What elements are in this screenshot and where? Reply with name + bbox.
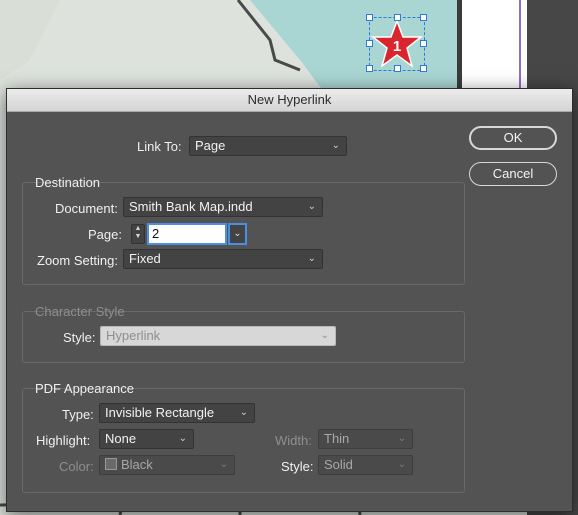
selection-handle[interactable] bbox=[394, 14, 401, 21]
document-dropdown[interactable]: Smith Bank Map.indd ⌄ bbox=[123, 197, 323, 217]
ok-button[interactable]: OK bbox=[469, 126, 557, 150]
link-to-value: Page bbox=[195, 138, 226, 153]
type-value: Invisible Rectangle bbox=[105, 405, 215, 420]
selection-handle[interactable] bbox=[420, 65, 427, 72]
color-dropdown: Black ⌄ bbox=[99, 455, 235, 475]
chevron-down-icon: ⌄ bbox=[219, 459, 228, 470]
chevron-down-icon: ⌄ bbox=[397, 459, 406, 470]
chevron-down-icon: ⌄ bbox=[178, 433, 187, 444]
new-hyperlink-dialog: New Hyperlink Link To: Page ⌄ OK Cancel … bbox=[6, 88, 573, 512]
chevron-down-icon: ⌄ bbox=[233, 228, 242, 239]
destination-title: Destination bbox=[35, 175, 101, 190]
selection-handle[interactable] bbox=[420, 14, 427, 21]
character-style-value: Hyperlink bbox=[106, 328, 161, 343]
highlight-label: Highlight: bbox=[36, 433, 91, 448]
character-style-title: Character Style bbox=[35, 304, 125, 319]
zoom-setting-dropdown[interactable]: Fixed ⌄ bbox=[123, 249, 323, 269]
character-style-label: Style: bbox=[63, 330, 96, 345]
document-label: Document: bbox=[55, 201, 118, 216]
width-dropdown: Thin ⌄ bbox=[318, 429, 413, 449]
star-number: 1 bbox=[393, 38, 401, 55]
selection-handle[interactable] bbox=[366, 40, 373, 47]
highlight-dropdown[interactable]: None ⌄ bbox=[99, 429, 194, 449]
link-to-dropdown[interactable]: Page ⌄ bbox=[189, 136, 347, 156]
chevron-down-icon: ⌄ bbox=[331, 140, 340, 151]
highlight-value: None bbox=[105, 431, 137, 446]
zoom-setting-value: Fixed bbox=[129, 251, 161, 266]
dialog-title[interactable]: New Hyperlink bbox=[7, 89, 572, 112]
border-style-value: Solid bbox=[324, 457, 353, 472]
page-input[interactable]: 2 bbox=[147, 223, 227, 245]
page-dropdown-button[interactable]: ⌄ bbox=[228, 223, 247, 245]
selection-handle[interactable] bbox=[366, 14, 373, 21]
stepper-down-icon[interactable]: ▼ bbox=[135, 233, 142, 240]
document-value: Smith Bank Map.indd bbox=[129, 199, 253, 214]
color-label: Color: bbox=[59, 459, 94, 474]
chevron-down-icon: ⌄ bbox=[307, 201, 316, 212]
star-selection-frame[interactable]: 1 bbox=[366, 14, 427, 72]
link-to-label: Link To: bbox=[137, 139, 182, 154]
stepper-up-icon[interactable]: ▲ bbox=[135, 225, 142, 232]
character-style-dropdown: Hyperlink ⌄ bbox=[100, 326, 336, 346]
selection-handle[interactable] bbox=[366, 65, 373, 72]
cancel-button[interactable]: Cancel bbox=[469, 162, 557, 186]
page-label: Page: bbox=[88, 227, 122, 242]
chevron-down-icon: ⌄ bbox=[397, 433, 406, 444]
type-label: Type: bbox=[62, 407, 94, 422]
chevron-down-icon: ⌄ bbox=[239, 407, 248, 418]
selection-handle[interactable] bbox=[394, 65, 401, 72]
type-dropdown[interactable]: Invisible Rectangle ⌄ bbox=[99, 403, 255, 423]
chevron-down-icon: ⌄ bbox=[307, 253, 316, 264]
chevron-down-icon: ⌄ bbox=[320, 330, 329, 341]
width-label: Width: bbox=[275, 433, 312, 448]
pdf-appearance-title: PDF Appearance bbox=[35, 381, 135, 396]
zoom-setting-label: Zoom Setting: bbox=[37, 253, 118, 268]
color-swatch bbox=[105, 458, 117, 470]
color-value: Black bbox=[121, 457, 153, 472]
star-icon[interactable]: 1 bbox=[370, 18, 424, 70]
page-stepper[interactable]: ▲ ▼ bbox=[131, 224, 145, 244]
border-style-dropdown: Solid ⌄ bbox=[318, 455, 413, 475]
selection-handle[interactable] bbox=[420, 40, 427, 47]
border-style-label: Style: bbox=[281, 459, 314, 474]
width-value: Thin bbox=[324, 431, 350, 446]
